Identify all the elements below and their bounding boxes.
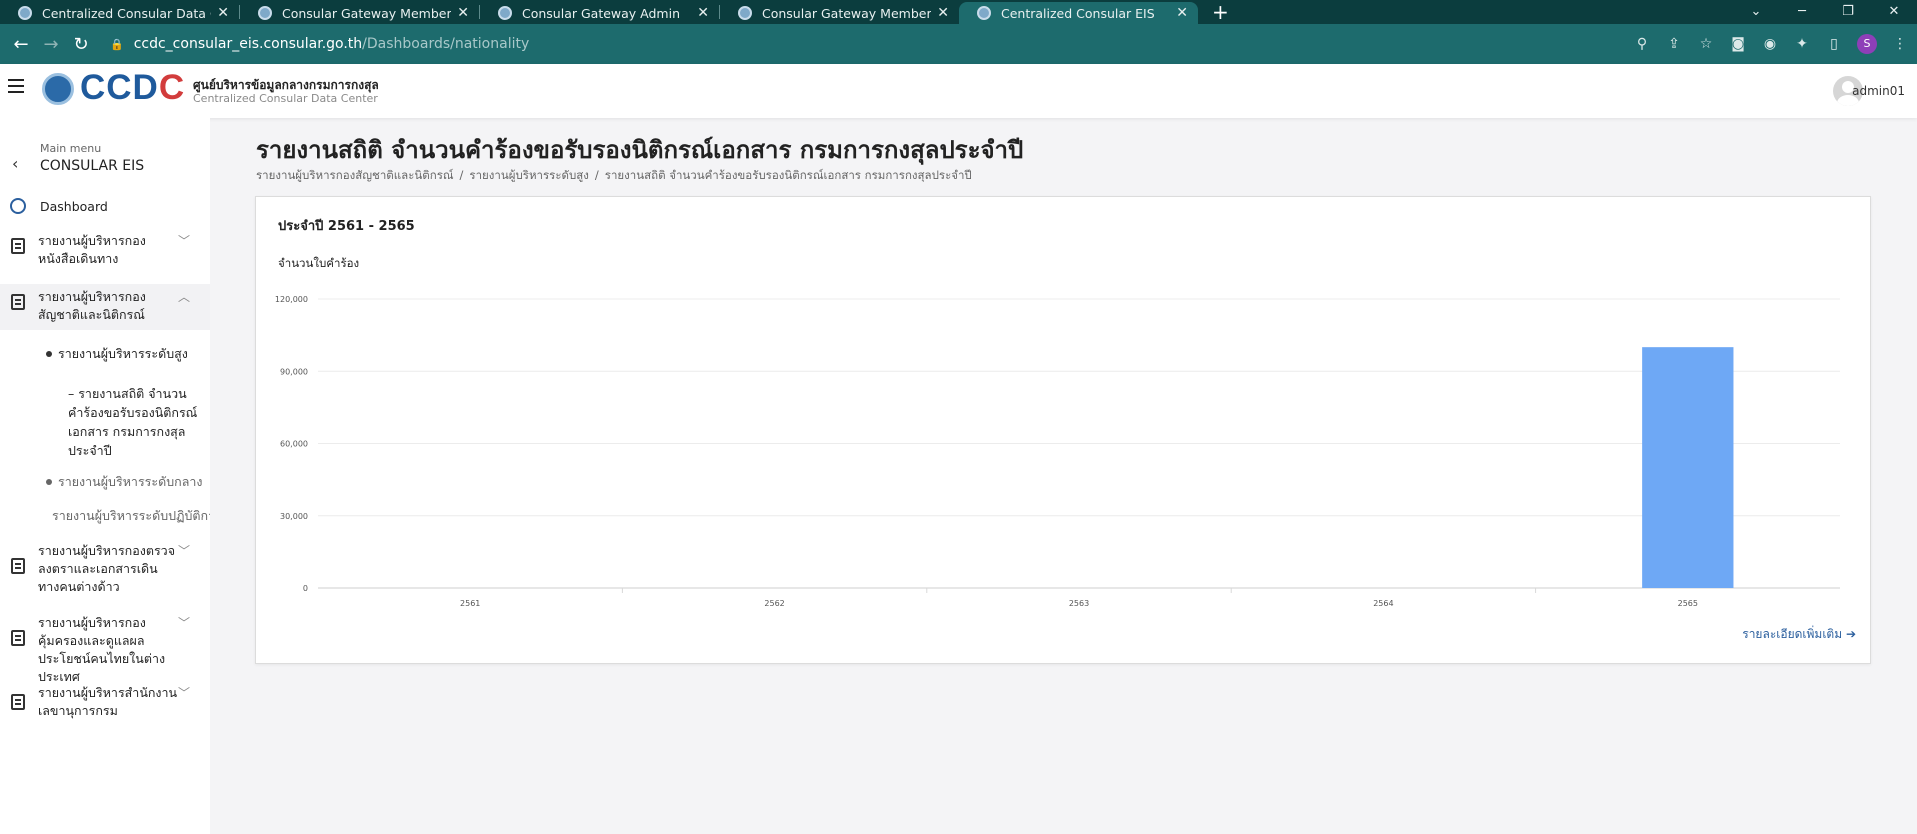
ccdc-logo-text: CCDC (80, 68, 186, 107)
bar-chart: 0 30,000 60,000 90,000 120,000 2561 2562 2563 25… (275, 295, 1840, 608)
chevron-down-icon: ﹀ (178, 616, 191, 630)
window-close-icon[interactable]: ✕ (1871, 4, 1917, 19)
sidebar: ‹ Main menu CONSULAR EIS Dashboard รายงา… (0, 118, 210, 834)
browser-toolbar-icons: ⚲ ⇪ ☆ ◙ ◉ ✦ ▯ S ⋮ (1633, 24, 1909, 64)
close-icon[interactable]: ✕ (937, 5, 949, 21)
site-favicon-icon (738, 6, 752, 20)
sidebar-subitem-senior[interactable]: รายงานผู้บริหารระดับสูง (46, 344, 188, 364)
extensions-puzzle-icon[interactable]: ✦ (1793, 36, 1811, 52)
y-tick-label: 0 (303, 584, 308, 593)
bookmark-star-icon[interactable]: ☆ (1697, 36, 1715, 52)
x-tick-label: 2561 (460, 599, 480, 608)
main-menu-title: CONSULAR EIS (40, 158, 145, 174)
main-menu-label: Main menu (40, 142, 102, 155)
close-icon[interactable]: ✕ (457, 5, 469, 21)
sidebar-item-protection[interactable]: รายงานผู้บริหารกองคุ้มครองและดูแลผลประโย… (0, 614, 210, 684)
chart-card: ประจำปี 2561 - 2565 จำนวนใบคำร้อง 0 30,00… (255, 196, 1871, 664)
sidebar-item-nationality-legalization[interactable]: รายงานผู้บริหารกองสัญชาติและนิติกรณ์ ︿ (0, 284, 210, 330)
breadcrumb-current: รายงานสถิติ จำนวนคำร้องขอรับรองนิติกรณ์เ… (604, 168, 972, 182)
y-tick-label: 30,000 (280, 512, 308, 521)
app-header: CCDC ศูนย์บริหารข้อมูลกลางกรมการกงสุล Ce… (0, 64, 1917, 118)
chevron-down-icon: ﹀ (178, 686, 191, 700)
more-details-link[interactable]: รายละเอียดเพิ่มเติม ➔ (1742, 625, 1856, 644)
browser-tab-bar: Centralized Consular Data Center ✕ Consu… (0, 0, 1917, 24)
forward-arrow-icon[interactable]: → (36, 34, 66, 55)
site-favicon-icon (498, 6, 512, 20)
sidebar-item-visa[interactable]: รายงานผู้บริหารกองตรวจลงตราและเอกสารเดิน… (0, 542, 210, 598)
url-field[interactable]: 🔒 ccdc_consular_eis.consular.go.th/Dashb… (110, 36, 529, 52)
consular-seal-logo (42, 73, 74, 105)
username[interactable]: admin01 (1852, 84, 1905, 98)
restore-icon[interactable]: ❐ (1825, 4, 1871, 19)
browser-tab[interactable]: Consular Gateway Member Portal ✕ (720, 2, 959, 24)
sidebar-subitem-operational[interactable]: รายงานผู้บริหารระดับปฏิบัติการ (46, 506, 210, 526)
report-document-icon (11, 694, 25, 710)
report-document-icon (11, 294, 25, 310)
bar-2565 (1642, 347, 1734, 588)
breadcrumb-link[interactable]: รายงานผู้บริหารระดับสูง (469, 168, 589, 182)
x-tick-label: 2565 (1678, 599, 1698, 608)
sidebar-subitem-middle[interactable]: รายงานผู้บริหารระดับกลาง (46, 472, 203, 492)
minimize-icon[interactable]: ─ (1779, 4, 1825, 19)
y-tick-label: 120,000 (275, 295, 308, 304)
window-controls: ⌄ ─ ❐ ✕ (1733, 0, 1917, 22)
y-tick-label: 60,000 (280, 440, 308, 449)
report-document-icon (11, 238, 25, 254)
bullet-icon (46, 351, 52, 357)
chevron-down-icon: ﹀ (178, 544, 191, 558)
y-tick-label: 90,000 (280, 367, 308, 376)
chevron-left-icon[interactable]: ‹ (12, 154, 18, 173)
lock-icon: 🔒 (110, 37, 124, 51)
x-tick-label: 2562 (764, 599, 784, 608)
breadcrumb-link[interactable]: รายงานผู้บริหารกองสัญชาติและนิติกรณ์ (256, 168, 454, 182)
speedometer-icon (10, 198, 26, 214)
sidebar-item-dashboard[interactable]: Dashboard (10, 198, 108, 214)
close-icon[interactable]: ✕ (217, 5, 229, 21)
report-document-icon (11, 558, 25, 574)
back-arrow-icon[interactable]: ← (6, 34, 36, 55)
browser-tab[interactable]: Centralized Consular Data Center ✕ (0, 2, 239, 24)
browser-tab[interactable]: Consular Gateway Member Portal ✕ (240, 2, 479, 24)
side-panel-icon[interactable]: ▯ (1825, 36, 1843, 52)
bullet-icon (46, 479, 52, 485)
site-favicon-icon (258, 6, 272, 20)
site-favicon-icon (18, 6, 32, 20)
chevron-up-icon: ︿ (178, 290, 191, 304)
browser-tab[interactable]: Consular Gateway Admin ✕ (480, 2, 719, 24)
sidebar-subsubitem-active-report[interactable]: – รายงานสถิติ จำนวนคำร้องขอรับรองนิติกรณ… (68, 384, 198, 460)
breadcrumb: รายงานผู้บริหารกองสัญชาติและนิติกรณ์ / ราย… (256, 168, 972, 182)
zoom-icon[interactable]: ⚲ (1633, 36, 1651, 52)
browser-tab-active[interactable]: Centralized Consular EIS ✕ (959, 2, 1198, 24)
reload-icon[interactable]: ↻ (66, 34, 96, 55)
close-icon[interactable]: ✕ (1176, 5, 1188, 21)
sidebar-item-passport[interactable]: รายงานผู้บริหารกองหนังสือเดินทาง ﹀ (0, 232, 210, 274)
tab-search-chevron-icon[interactable]: ⌄ (1733, 4, 1779, 19)
new-tab-plus-icon[interactable]: + (1212, 2, 1229, 22)
report-document-icon (11, 630, 25, 646)
kebab-menu-icon[interactable]: ⋮ (1891, 36, 1909, 52)
x-tick-label: 2564 (1373, 599, 1393, 608)
hamburger-menu-icon[interactable] (8, 79, 24, 93)
org-name-english: Centralized Consular Data Center (193, 92, 378, 105)
camera-extension-icon[interactable]: ◙ (1729, 36, 1747, 52)
browser-address-bar: ← → ↻ 🔒 ccdc_consular_eis.consular.go.th… (0, 24, 1917, 64)
chat-extension-icon[interactable]: ◉ (1761, 36, 1779, 52)
share-icon[interactable]: ⇪ (1665, 36, 1683, 52)
sidebar-item-secretariat[interactable]: รายงานผู้บริหารสำนักงานเลขานุการกรม ﹀ (0, 684, 210, 724)
site-favicon-icon (977, 6, 991, 20)
chevron-down-icon: ﹀ (178, 234, 191, 248)
close-icon[interactable]: ✕ (697, 5, 709, 21)
profile-avatar[interactable]: S (1857, 34, 1877, 54)
x-tick-label: 2563 (1069, 599, 1089, 608)
page-title: รายงานสถิติ จำนวนคำร้องขอรับรองนิติกรณ์เ… (256, 136, 1024, 164)
